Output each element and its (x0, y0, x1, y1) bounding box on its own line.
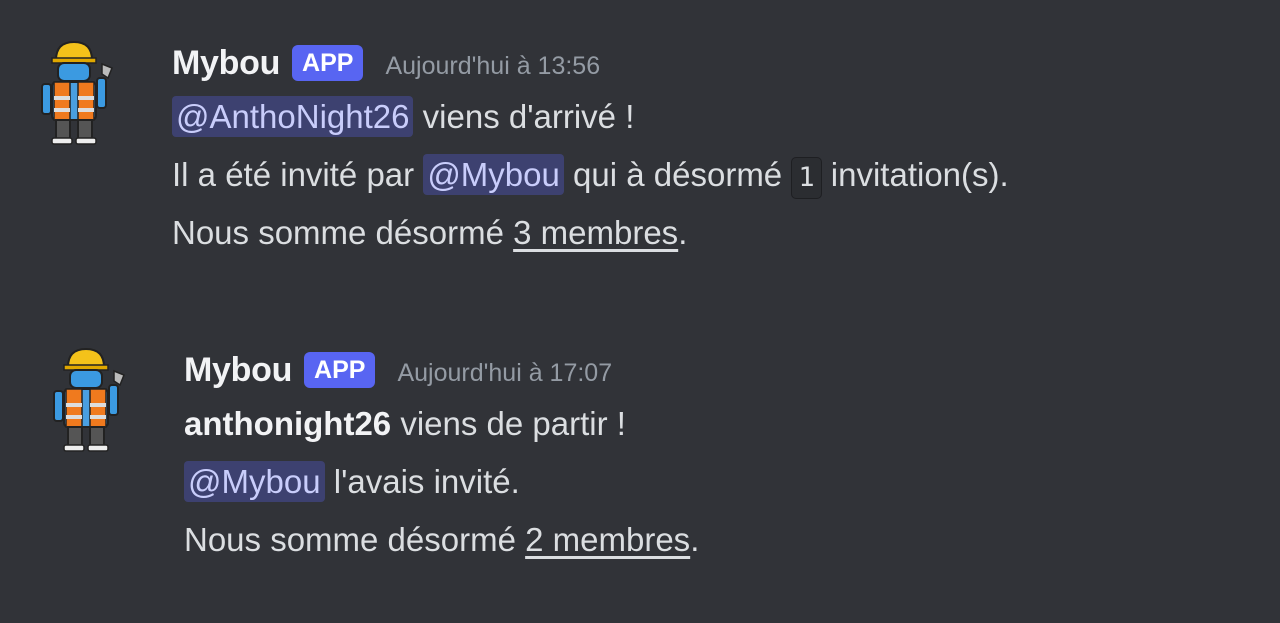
username[interactable]: Mybou (184, 351, 292, 390)
app-badge: APP (292, 45, 364, 81)
avatar[interactable] (36, 38, 116, 148)
message-text: Il a été invité par (172, 156, 424, 193)
message: Mybou APP Aujourd'hui à 13:56 @AnthoNigh… (36, 38, 1009, 262)
message-text: qui à désormé (563, 156, 792, 193)
member-count-link[interactable]: 3 membres (513, 214, 678, 251)
message-text: l'avais invité. (324, 463, 520, 500)
message-header: Mybou APP Aujourd'hui à 13:56 (172, 38, 1009, 88)
message-text: Nous somme désormé (184, 521, 526, 558)
user-mention[interactable]: @Mybou (423, 154, 564, 195)
user-mention[interactable]: @AnthoNight26 (172, 96, 414, 137)
bold-username: anthonight26 (184, 405, 392, 442)
message-text: viens d'arrivé ! (413, 98, 635, 135)
message: Mybou APP Aujourd'hui à 17:07 anthonight… (48, 345, 699, 569)
message-text: viens de partir ! (391, 405, 626, 442)
timestamp[interactable]: Aujourd'hui à 17:07 (397, 359, 612, 388)
message-line: @AnthoNight26 viens d'arrivé ! (172, 88, 1009, 146)
message-text: invitation(s). (821, 156, 1009, 193)
message-content: Mybou APP Aujourd'hui à 17:07 anthonight… (184, 345, 699, 569)
message-line: @Mybou l'avais invité. (184, 453, 699, 511)
username[interactable]: Mybou (172, 44, 280, 83)
message-line: Il a été invité par @Mybou qui à désormé… (172, 146, 1009, 204)
message-header: Mybou APP Aujourd'hui à 17:07 (184, 345, 699, 395)
app-badge: APP (304, 352, 376, 388)
message-text: Nous somme désormé (172, 214, 514, 251)
timestamp[interactable]: Aujourd'hui à 13:56 (385, 52, 600, 81)
message-text: . (690, 521, 700, 558)
message-line: Nous somme désormé 2 membres. (184, 511, 699, 569)
avatar[interactable] (48, 345, 128, 455)
message-text: . (678, 214, 688, 251)
message-line: Nous somme désormé 3 membres. (172, 204, 1009, 262)
member-count-link[interactable]: 2 membres (525, 521, 690, 558)
chat-messages: Mybou APP Aujourd'hui à 13:56 @AnthoNigh… (0, 0, 1280, 623)
message-content: Mybou APP Aujourd'hui à 13:56 @AnthoNigh… (172, 38, 1009, 262)
inline-code: 1 (791, 157, 822, 199)
message-line: anthonight26 viens de partir ! (184, 395, 699, 453)
user-mention[interactable]: @Mybou (184, 461, 325, 502)
